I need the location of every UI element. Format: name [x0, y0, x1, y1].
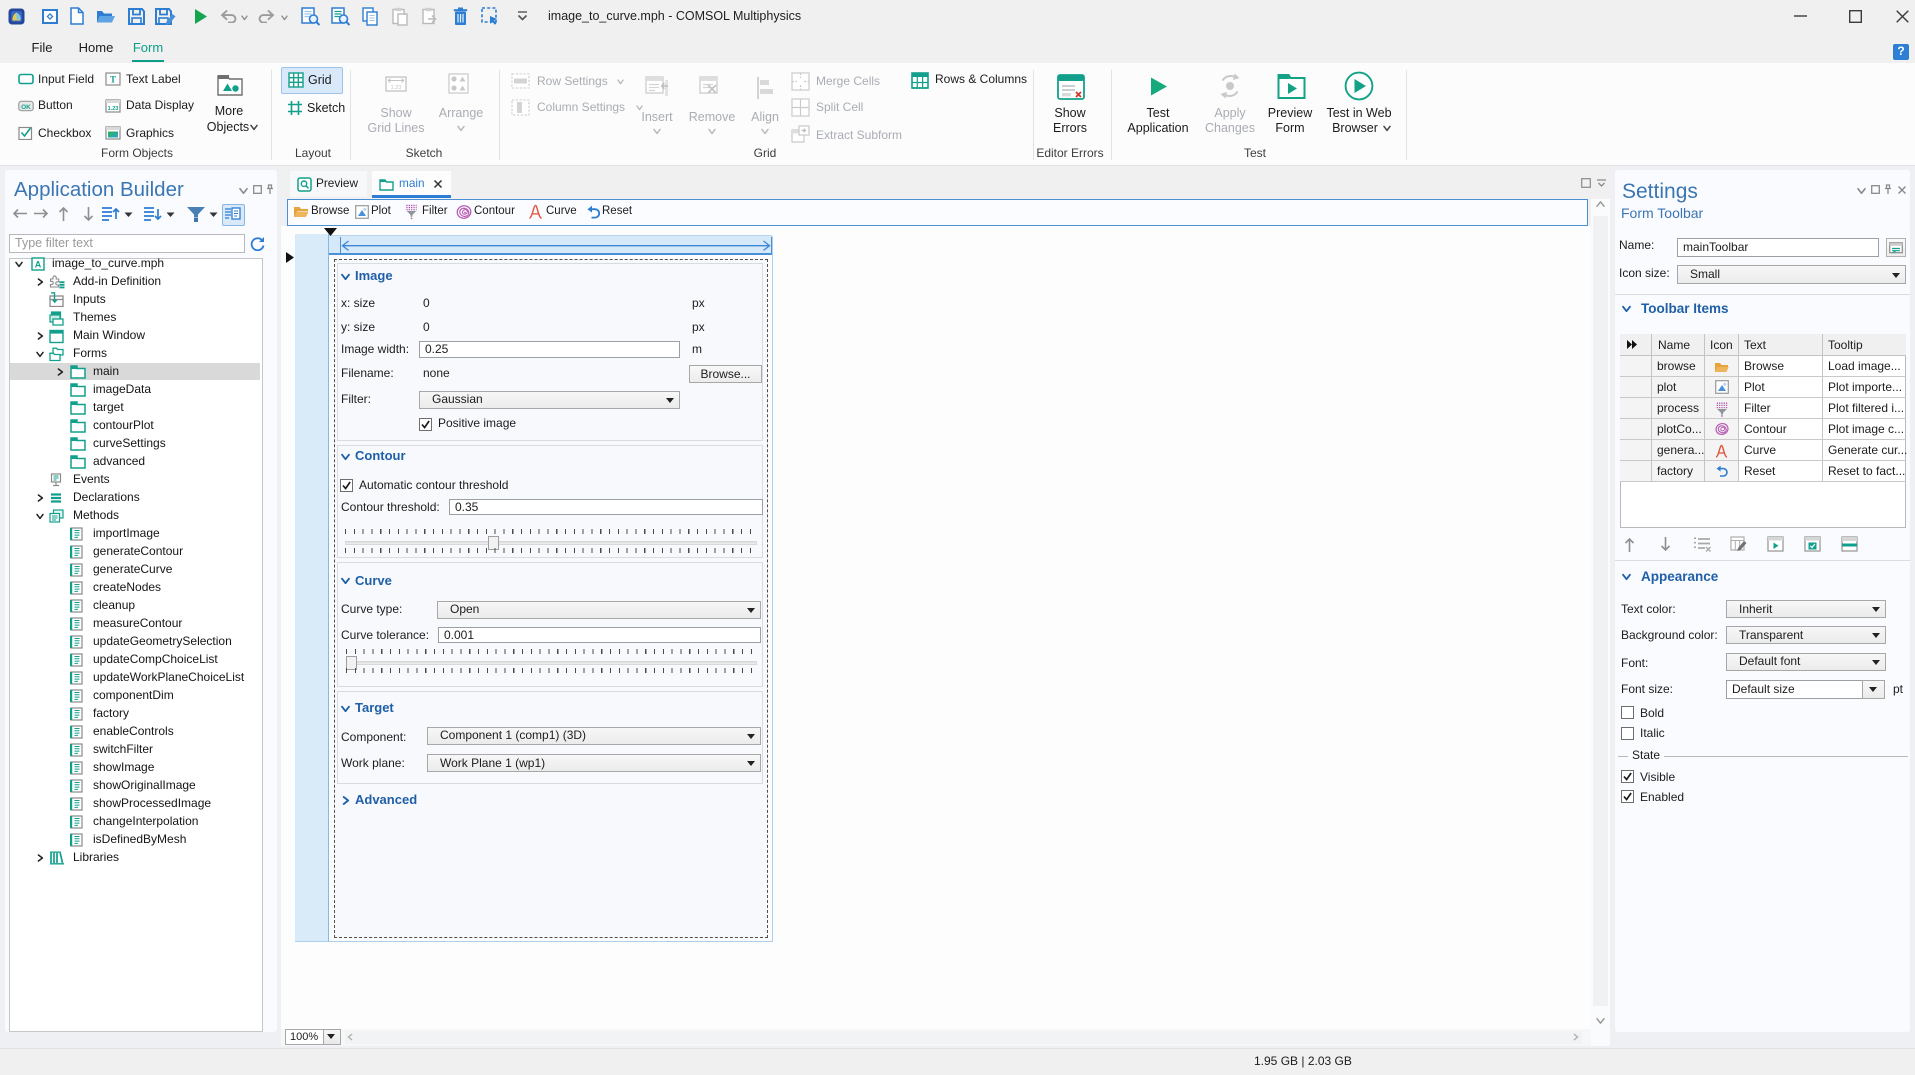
svg-text:T: T — [110, 75, 116, 85]
svg-text:A: A — [35, 260, 42, 270]
svg-text:1.23: 1.23 — [391, 85, 402, 91]
svg-text:OK: OK — [21, 104, 31, 111]
svg-text:1.23: 1.23 — [108, 106, 119, 112]
